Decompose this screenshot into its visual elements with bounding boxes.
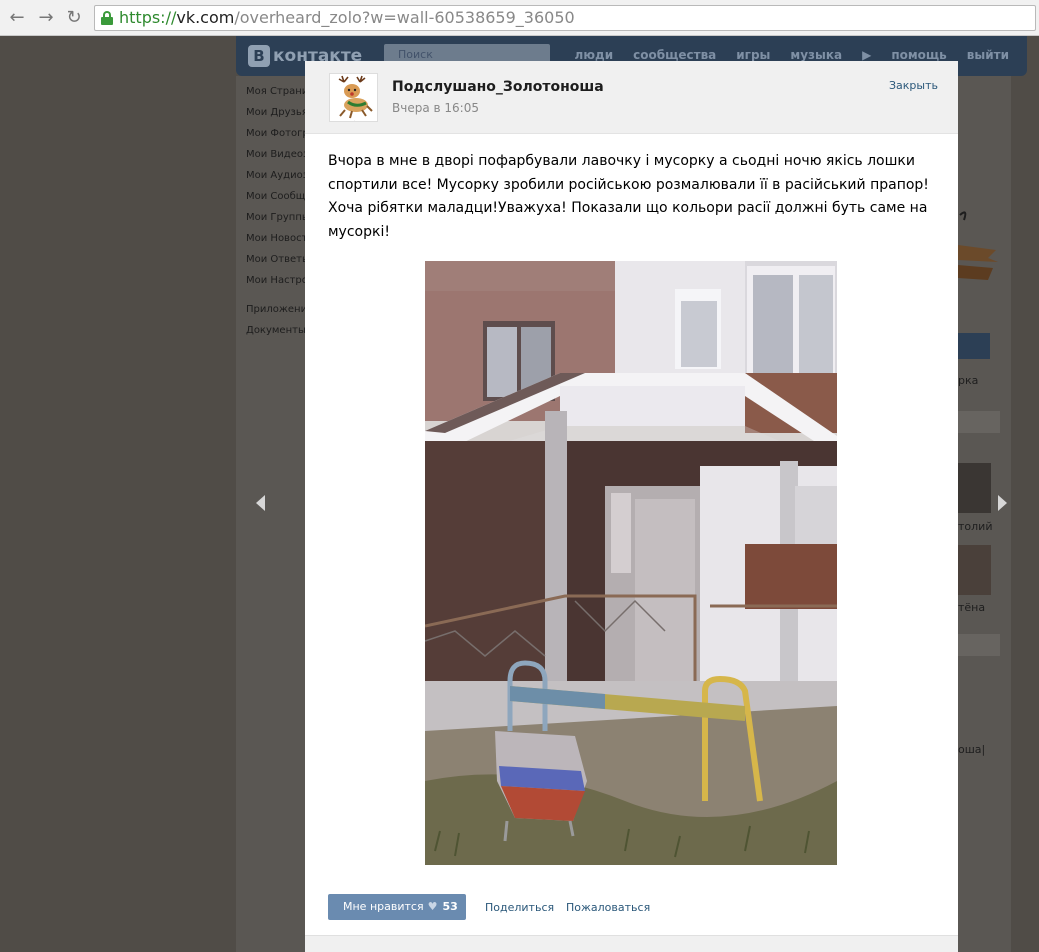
top-nav-communities[interactable]: сообщества: [633, 48, 716, 62]
previous-post-arrow-icon[interactable]: [256, 495, 265, 511]
post-modal: . Подслушано_Золотоноша Вчера в 16:05 За…: [305, 61, 958, 952]
url-path: /overheard_zolo?w=wall-60538659_36050: [234, 8, 575, 27]
address-bar[interactable]: https://vk.com/overheard_zolo?w=wall-605…: [94, 5, 1036, 31]
url-scheme: https://: [119, 8, 177, 27]
like-count: 53: [442, 900, 458, 913]
vk-right-text: тёна: [958, 601, 986, 614]
post-header: . Подслушано_Золотоноша Вчера в 16:05 За…: [305, 61, 958, 134]
left-menu-item[interactable]: Мои Друзья: [246, 105, 308, 126]
vk-right-text: толий: [958, 520, 993, 533]
browser-toolbar: ← → ↻ https://vk.com/overheard_zolo?w=wa…: [0, 0, 1039, 36]
vk-right-bar: [958, 411, 1000, 433]
left-menu-item[interactable]: Мои Аудиоз: [246, 168, 308, 189]
group-name-link[interactable]: Подслушано_Золотоноша: [392, 79, 604, 95]
vk-top-nav: люди сообщества игры музыка ▶ помощь вый…: [555, 48, 1009, 62]
left-menu-item[interactable]: Мои Ответы: [246, 252, 308, 273]
left-menu-item[interactable]: Мои Группы: [246, 210, 308, 231]
forward-arrow-icon[interactable]: →: [36, 8, 56, 28]
left-menu-item[interactable]: Приложени: [246, 302, 308, 323]
like-label: Мне нравится: [343, 900, 424, 913]
top-nav-music[interactable]: музыка: [790, 48, 842, 62]
post-text: Вчора в мне в дворі пофарбували лавочку …: [328, 153, 929, 240]
music-play-icon[interactable]: ▶: [862, 48, 871, 62]
photo-content: [425, 261, 837, 865]
vk-logo-mark: В: [248, 45, 270, 67]
deer-logo-icon: .: [330, 74, 377, 122]
vk-right-thumb[interactable]: [958, 545, 991, 595]
url-host: vk.com: [176, 8, 235, 27]
left-menu-item[interactable]: Моя Страни: [246, 84, 308, 105]
top-nav-logout[interactable]: выйти: [967, 48, 1009, 62]
share-link[interactable]: Поделиться: [485, 901, 554, 914]
vk-right-button[interactable]: [958, 333, 990, 359]
vk-right-bar: [958, 634, 1000, 656]
top-nav-people[interactable]: люди: [575, 48, 614, 62]
top-nav-games[interactable]: игры: [736, 48, 770, 62]
left-menu-item[interactable]: Документы: [246, 323, 308, 344]
reload-icon[interactable]: ↻: [64, 8, 84, 28]
left-menu-item[interactable]: Мои Настро: [246, 273, 308, 294]
left-menu-item[interactable]: Мои Новост: [246, 231, 308, 252]
back-arrow-icon[interactable]: ←: [7, 8, 27, 28]
post-footer: [305, 935, 958, 952]
vk-right-thumb[interactable]: [958, 463, 991, 513]
left-menu-item[interactable]: Мои Видеоз: [246, 147, 308, 168]
lock-icon: [101, 11, 113, 25]
heart-icon: ♥: [427, 900, 438, 913]
post-date[interactable]: Вчера в 16:05: [392, 101, 479, 115]
left-menu-item[interactable]: Мои Фотогр: [246, 126, 308, 147]
top-nav-help[interactable]: помощь: [891, 48, 946, 62]
left-menu-item[interactable]: Мои Сообщ: [246, 189, 308, 210]
vk-right-text: оша|: [958, 743, 986, 756]
close-button[interactable]: Закрыть: [889, 79, 938, 92]
post-photo[interactable]: [425, 261, 837, 865]
next-post-arrow-icon[interactable]: [998, 495, 1007, 511]
vk-right-text: рка: [958, 374, 979, 387]
vk-left-menu: Моя Страни Мои Друзья Мои Фотогр Мои Вид…: [246, 84, 308, 344]
report-link[interactable]: Пожаловаться: [566, 901, 650, 914]
svg-text:.: .: [354, 118, 355, 122]
vk-right-decoration: [958, 211, 998, 280]
group-avatar[interactable]: .: [329, 73, 378, 122]
like-button[interactable]: Мне нравится ♥ 53: [328, 894, 466, 920]
